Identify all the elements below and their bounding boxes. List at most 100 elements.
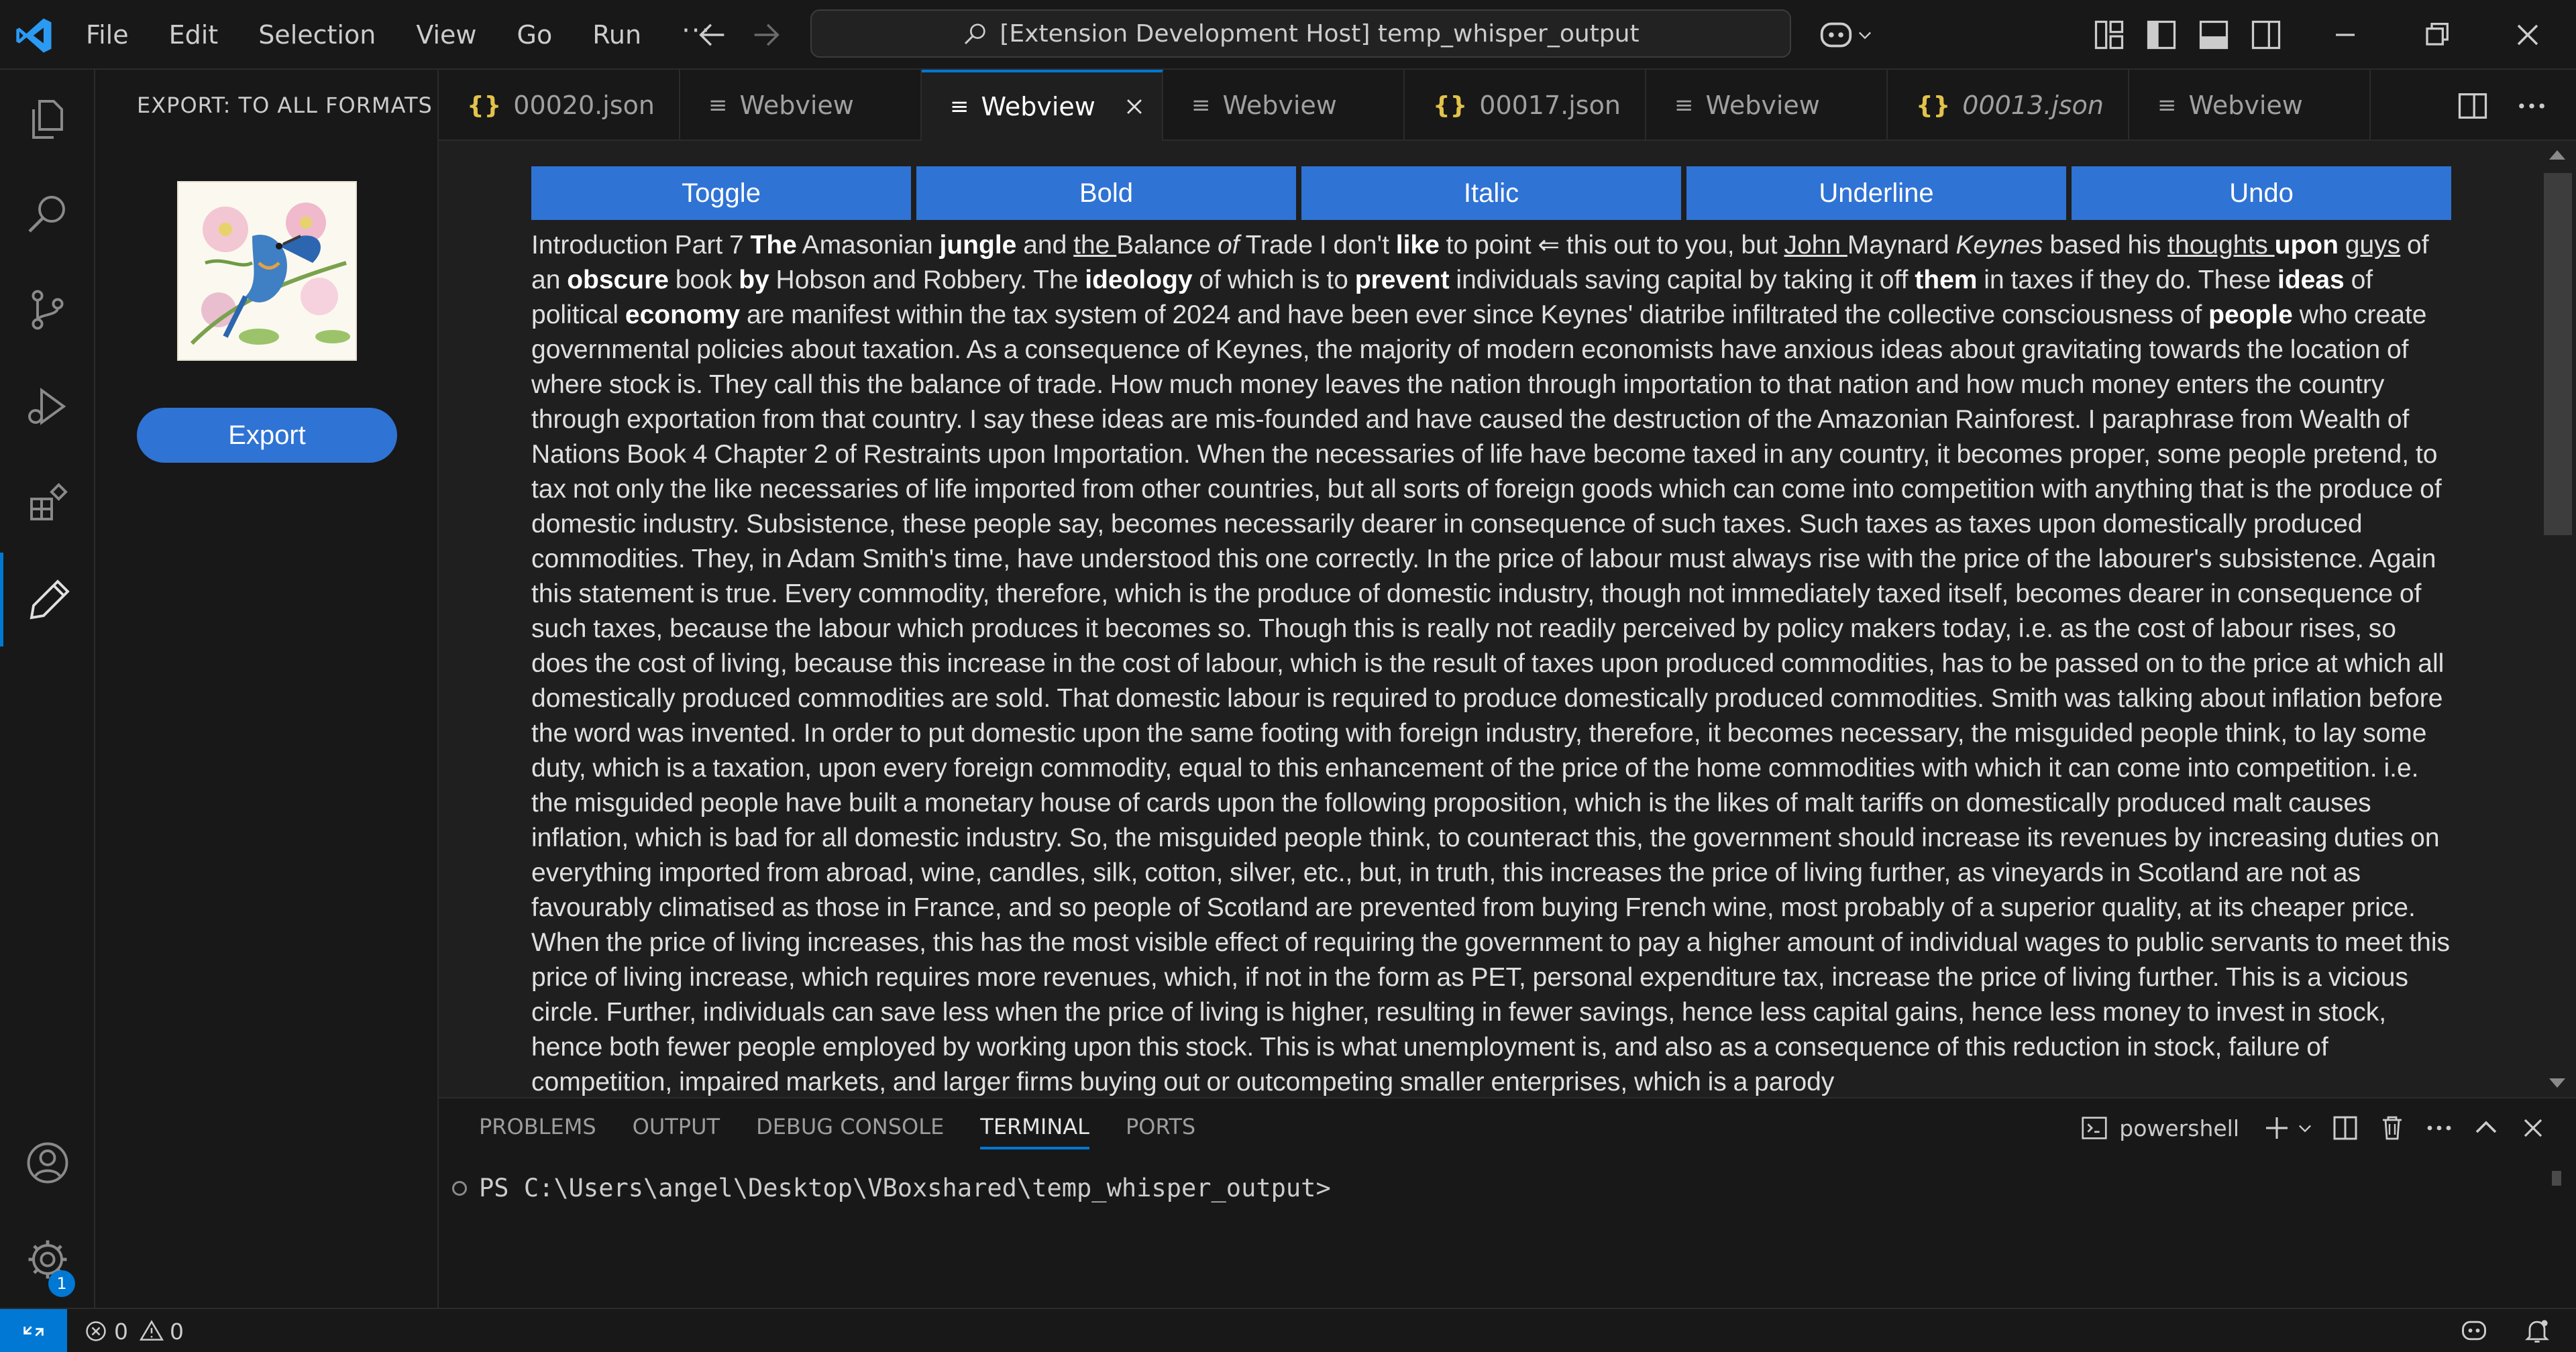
text-run: to point ⇐ this out to you, but: [1439, 231, 1784, 260]
split-terminal-icon[interactable]: [2329, 1112, 2361, 1144]
webview-file-icon: ≡: [950, 93, 969, 120]
activity-run-debug[interactable]: [0, 359, 95, 453]
terminal-icon: [2082, 1117, 2107, 1139]
scroll-down-icon[interactable]: [2549, 1078, 2565, 1088]
editor-scrollbar[interactable]: [2540, 141, 2576, 1097]
command-decoration-icon: [452, 1180, 467, 1196]
tab-webview-3[interactable]: ≡ Webview: [1163, 70, 1405, 141]
remote-icon: [23, 1326, 44, 1337]
menu-go[interactable]: Go: [517, 20, 553, 50]
account-icon: [27, 1142, 68, 1184]
warning-icon: [139, 1320, 164, 1341]
tab-label: Webview: [981, 92, 1095, 121]
close-tab-icon[interactable]: [1123, 95, 1146, 118]
tab-label: 00020.json: [513, 91, 655, 120]
tab-00020-json[interactable]: {} 00020.json: [439, 70, 680, 141]
error-count: 0: [114, 1318, 128, 1345]
bird-flower-illustration: [178, 182, 356, 359]
menu-file[interactable]: File: [86, 20, 129, 50]
command-center[interactable]: [Extension Development Host] temp_whispe…: [810, 9, 1791, 58]
title-bar: File Edit Selection View Go Run ··· [Ext…: [0, 0, 2576, 70]
chevron-down-icon[interactable]: [2296, 1112, 2314, 1144]
notifications-bell-icon[interactable]: [2522, 1316, 2552, 1345]
italic-button[interactable]: Italic: [1301, 166, 1681, 220]
text-run: based his: [2043, 231, 2168, 260]
more-actions-icon[interactable]: [2514, 89, 2549, 123]
scroll-up-icon[interactable]: [2549, 150, 2565, 160]
activity-search[interactable]: [0, 166, 95, 260]
bold-run: upon: [2274, 231, 2339, 260]
menu-edit[interactable]: Edit: [169, 20, 219, 50]
text-run: [2339, 231, 2345, 260]
chevron-down-icon: [1859, 32, 1871, 40]
underline-button[interactable]: Underline: [1686, 166, 2066, 220]
export-button[interactable]: Export: [137, 408, 397, 463]
webview-file-icon: ≡: [2157, 92, 2177, 119]
toggle-panel-icon[interactable]: [2196, 17, 2231, 52]
remote-indicator[interactable]: [0, 1309, 67, 1352]
tab-label: Webview: [1222, 91, 1337, 120]
activity-extensions[interactable]: [0, 456, 95, 550]
bold-button[interactable]: Bold: [916, 166, 1296, 220]
tab-debug-console[interactable]: DEBUG CONSOLE: [756, 1098, 944, 1155]
tab-ports[interactable]: PORTS: [1126, 1098, 1195, 1155]
toggle-button[interactable]: Toggle: [531, 166, 911, 220]
forward-arrow-icon[interactable]: [749, 17, 784, 52]
run-debug-icon: [28, 388, 66, 425]
activity-export-formats[interactable]: [0, 553, 95, 646]
status-right: [2426, 1316, 2552, 1345]
text-run: Trade I don't: [1239, 231, 1396, 260]
split-editor-icon[interactable]: [2455, 89, 2490, 123]
activity-accounts[interactable]: [0, 1116, 95, 1210]
activity-source-control[interactable]: [0, 263, 95, 357]
tab-webview-1[interactable]: ≡ Webview: [680, 70, 922, 141]
tab-terminal[interactable]: TERMINAL: [980, 1098, 1089, 1155]
toggle-primary-sidebar-icon[interactable]: [2144, 17, 2179, 52]
bold-run: by: [739, 266, 769, 294]
tab-label: Webview: [1705, 91, 1820, 120]
activity-manage[interactable]: 1: [0, 1213, 95, 1306]
back-arrow-icon[interactable]: [695, 17, 730, 52]
bold-run: economy: [625, 300, 741, 329]
menu-view[interactable]: View: [416, 20, 476, 50]
tab-problems[interactable]: PROBLEMS: [479, 1098, 596, 1155]
menu-run[interactable]: Run: [592, 20, 641, 50]
terminal-output[interactable]: PS C:\Users\angel\Desktop\VBoxshared\tem…: [452, 1174, 1331, 1202]
json-file-icon: {}: [467, 91, 502, 119]
close-window-icon[interactable]: [2509, 16, 2546, 54]
restore-icon[interactable]: [2418, 16, 2455, 54]
tab-output[interactable]: OUTPUT: [633, 1098, 720, 1155]
tab-webview-active[interactable]: ≡ Webview: [922, 70, 1163, 141]
copilot-icon[interactable]: [2459, 1316, 2489, 1345]
tab-00013-json[interactable]: {} 00013.json: [1888, 70, 2129, 141]
customize-layout-icon[interactable]: [2092, 17, 2127, 52]
scrollbar-thumb[interactable]: [2544, 173, 2572, 535]
terminal-scrollbar[interactable]: [2552, 1171, 2561, 1186]
tab-webview-5[interactable]: ≡ Webview: [1646, 70, 1888, 141]
text-run: in taxes if they do. These: [1977, 266, 2277, 294]
toggle-secondary-sidebar-icon[interactable]: [2249, 17, 2284, 52]
json-file-icon: {}: [1433, 91, 1468, 119]
bold-run: them: [1915, 266, 1978, 294]
document-text[interactable]: Introduction Part 7 The Amasonian jungle…: [531, 228, 2459, 1097]
menu-selection[interactable]: Selection: [258, 20, 376, 50]
text-run: of which is to: [1192, 266, 1355, 294]
bold-run: ideology: [1085, 266, 1193, 294]
activity-explorer[interactable]: [0, 72, 95, 166]
source-control-icon: [32, 290, 64, 330]
trash-icon[interactable]: [2376, 1112, 2408, 1144]
terminal-shell-selector[interactable]: powershell: [2079, 1113, 2239, 1143]
more-actions-icon[interactable]: [2423, 1112, 2455, 1144]
close-panel-icon[interactable]: [2517, 1112, 2549, 1144]
minimize-icon[interactable]: [2326, 16, 2364, 54]
new-terminal-plus-icon[interactable]: [2261, 1112, 2293, 1144]
maximize-panel-icon[interactable]: [2470, 1112, 2502, 1144]
tab-webview-7[interactable]: ≡ Webview: [2129, 70, 2371, 141]
problems-indicator[interactable]: 0 0: [83, 1309, 195, 1352]
error-icon: [86, 1321, 106, 1341]
copilot-menu[interactable]: [1817, 16, 1884, 54]
undo-button[interactable]: Undo: [2072, 166, 2451, 220]
vscode-logo-icon: [16, 18, 52, 53]
editor-actions: [2431, 89, 2549, 123]
tab-00017-json[interactable]: {} 00017.json: [1405, 70, 1646, 141]
